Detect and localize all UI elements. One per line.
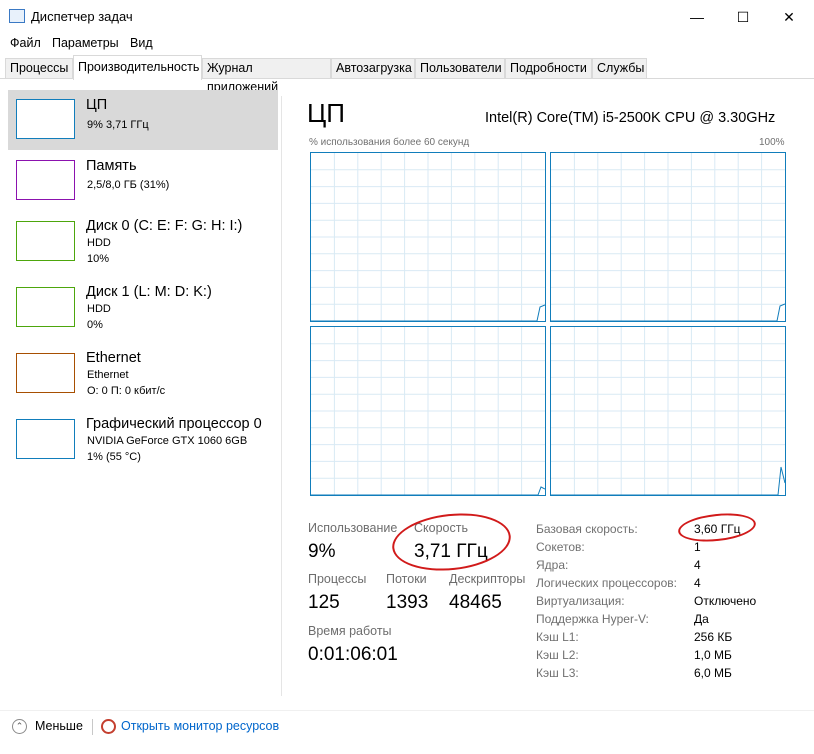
tab-services[interactable]: Службы bbox=[592, 58, 647, 78]
close-button[interactable]: ✕ bbox=[766, 0, 812, 34]
detail-label: Виртуализация: bbox=[536, 594, 625, 608]
fewer-details-label: Меньше bbox=[35, 719, 83, 733]
detail-value: 6,0 МБ bbox=[694, 666, 732, 680]
detail-value: Отключено bbox=[694, 594, 757, 608]
cpu-model-name: Intel(R) Core(TM) i5-2500K CPU @ 3.30GHz bbox=[485, 110, 776, 126]
sidebar-item-detail: 9% 3,71 ГГц bbox=[87, 119, 149, 131]
processes-value: 125 bbox=[308, 592, 340, 613]
threads-value: 1393 bbox=[386, 592, 429, 613]
sidebar-item-cpu[interactable]: ЦП 9% 3,71 ГГц bbox=[8, 90, 278, 150]
sidebar-item-ethernet[interactable]: Ethernet Ethernet О: 0 П: 0 кбит/с bbox=[8, 343, 278, 407]
handles-label: Дескрипторы bbox=[449, 572, 526, 586]
tab-performance[interactable]: Производительность bbox=[73, 55, 202, 80]
sidebar-item-detail: HDD bbox=[87, 303, 111, 315]
sidebar-item-gpu[interactable]: Графический процессор 0 NVIDIA GeForce G… bbox=[8, 409, 278, 473]
window-title: Диспетчер задач bbox=[31, 9, 133, 24]
tab-users[interactable]: Пользователи bbox=[415, 58, 505, 78]
graph-max-label: 100% bbox=[759, 137, 785, 148]
resource-monitor-icon bbox=[101, 719, 116, 734]
ethernet-thumbnail bbox=[16, 353, 75, 393]
usage-value: 9% bbox=[308, 541, 336, 562]
detail-value: 4 bbox=[694, 576, 701, 590]
menu-options[interactable]: Параметры bbox=[52, 36, 119, 50]
cpu-core-graph-0-plot bbox=[311, 153, 545, 321]
cpu-thumbnail bbox=[16, 99, 75, 139]
tab-processes[interactable]: Процессы bbox=[5, 58, 73, 78]
gpu-thumbnail bbox=[16, 419, 75, 459]
detail-value: 256 КБ bbox=[694, 630, 733, 644]
menu-bar bbox=[0, 34, 814, 54]
chevron-up-icon: ⌃ bbox=[12, 719, 27, 734]
disk1-thumbnail bbox=[16, 287, 75, 327]
detail-label: Кэш L1: bbox=[536, 630, 579, 644]
maximize-button[interactable]: ☐ bbox=[720, 0, 766, 34]
threads-label: Потоки bbox=[386, 572, 427, 586]
detail-label: Ядра: bbox=[536, 558, 569, 572]
sidebar-item-title: Диск 1 (L: M: D: K:) bbox=[86, 284, 212, 300]
sidebar-item-detail: 10% bbox=[87, 253, 110, 265]
detail-label: Базовая скорость: bbox=[536, 522, 638, 536]
sidebar-item-memory[interactable]: Память 2,5/8,0 ГБ (31%) bbox=[8, 151, 278, 211]
detail-label: Кэш L3: bbox=[536, 666, 579, 680]
sidebar-item-detail: О: 0 П: 0 кбит/с bbox=[87, 385, 166, 397]
cpu-core-graph-2-plot bbox=[311, 327, 545, 495]
detail-label: Сокетов: bbox=[536, 540, 585, 554]
cpu-core-graph-3-plot bbox=[551, 327, 785, 495]
sidebar-item-title: ЦП bbox=[86, 97, 108, 113]
detail-value: Да bbox=[694, 612, 709, 626]
usage-label: Использование bbox=[308, 521, 398, 535]
maximize-icon: ☐ bbox=[736, 8, 750, 25]
cpu-core-graph-2 bbox=[310, 326, 546, 496]
cpu-core-graph-1-plot bbox=[551, 153, 785, 321]
detail-value: 1,0 МБ bbox=[694, 648, 732, 662]
uptime-value: 0:01:06:01 bbox=[308, 644, 398, 665]
speed-annotation-ring bbox=[389, 507, 514, 577]
detail-label: Поддержка Hyper-V: bbox=[536, 612, 649, 626]
detail-value: 1 bbox=[694, 540, 701, 554]
menu-view[interactable]: Вид bbox=[130, 36, 153, 50]
processes-label: Процессы bbox=[308, 572, 367, 586]
cpu-core-graph-1 bbox=[550, 152, 786, 322]
sidebar-item-detail: HDD bbox=[87, 237, 111, 249]
sidebar-item-title: Графический процессор 0 bbox=[86, 416, 262, 432]
sidebar-item-detail: Ethernet bbox=[87, 369, 129, 381]
disk0-thumbnail bbox=[16, 221, 75, 261]
minimize-icon: — bbox=[690, 9, 704, 25]
sidebar-item-disk1[interactable]: Диск 1 (L: M: D: K:) HDD 0% bbox=[8, 277, 278, 341]
detail-value: 4 bbox=[694, 558, 701, 572]
sidebar-item-detail: 2,5/8,0 ГБ (31%) bbox=[87, 179, 170, 191]
tab-details[interactable]: Подробности bbox=[505, 58, 592, 78]
sidebar-item-title: Ethernet bbox=[86, 350, 141, 366]
sidebar-item-detail: 0% bbox=[87, 319, 103, 331]
open-resource-monitor-link[interactable]: Открыть монитор ресурсов bbox=[100, 718, 280, 736]
uptime-label: Время работы bbox=[308, 624, 392, 638]
graph-caption: % использования более 60 секунд bbox=[309, 137, 470, 148]
menu-file[interactable]: Файл bbox=[10, 36, 41, 50]
tab-startup[interactable]: Автозагрузка bbox=[331, 58, 415, 78]
cpu-core-graph-0 bbox=[310, 152, 546, 322]
handles-value: 48465 bbox=[449, 592, 502, 613]
fewer-details-button[interactable]: ⌃ Меньше bbox=[10, 718, 110, 736]
panel-divider[interactable] bbox=[281, 96, 282, 696]
cpu-core-graph-3 bbox=[550, 326, 786, 496]
base-speed-annotation-ring bbox=[676, 509, 758, 546]
open-resource-monitor-label: Открыть монитор ресурсов bbox=[121, 719, 280, 733]
sidebar-item-disk0[interactable]: Диск 0 (C: E: F: G: H: I:) HDD 10% bbox=[8, 211, 278, 275]
sidebar-item-detail: NVIDIA GeForce GTX 1060 6GB bbox=[87, 435, 248, 447]
memory-thumbnail bbox=[16, 160, 75, 200]
sidebar-item-title: Диск 0 (C: E: F: G: H: I:) bbox=[86, 218, 243, 234]
minimize-button[interactable]: — bbox=[674, 0, 720, 34]
task-manager-app-icon bbox=[9, 9, 25, 23]
close-icon: ✕ bbox=[783, 8, 795, 25]
page-title: ЦП bbox=[307, 98, 345, 128]
detail-label: Кэш L2: bbox=[536, 648, 579, 662]
tab-app-history[interactable]: Журнал приложений bbox=[202, 58, 331, 94]
sidebar-item-detail: 1% (55 °C) bbox=[87, 451, 141, 463]
sidebar-item-title: Память bbox=[86, 158, 137, 174]
detail-label: Логических процессоров: bbox=[536, 576, 677, 590]
footer-separator bbox=[92, 719, 93, 735]
